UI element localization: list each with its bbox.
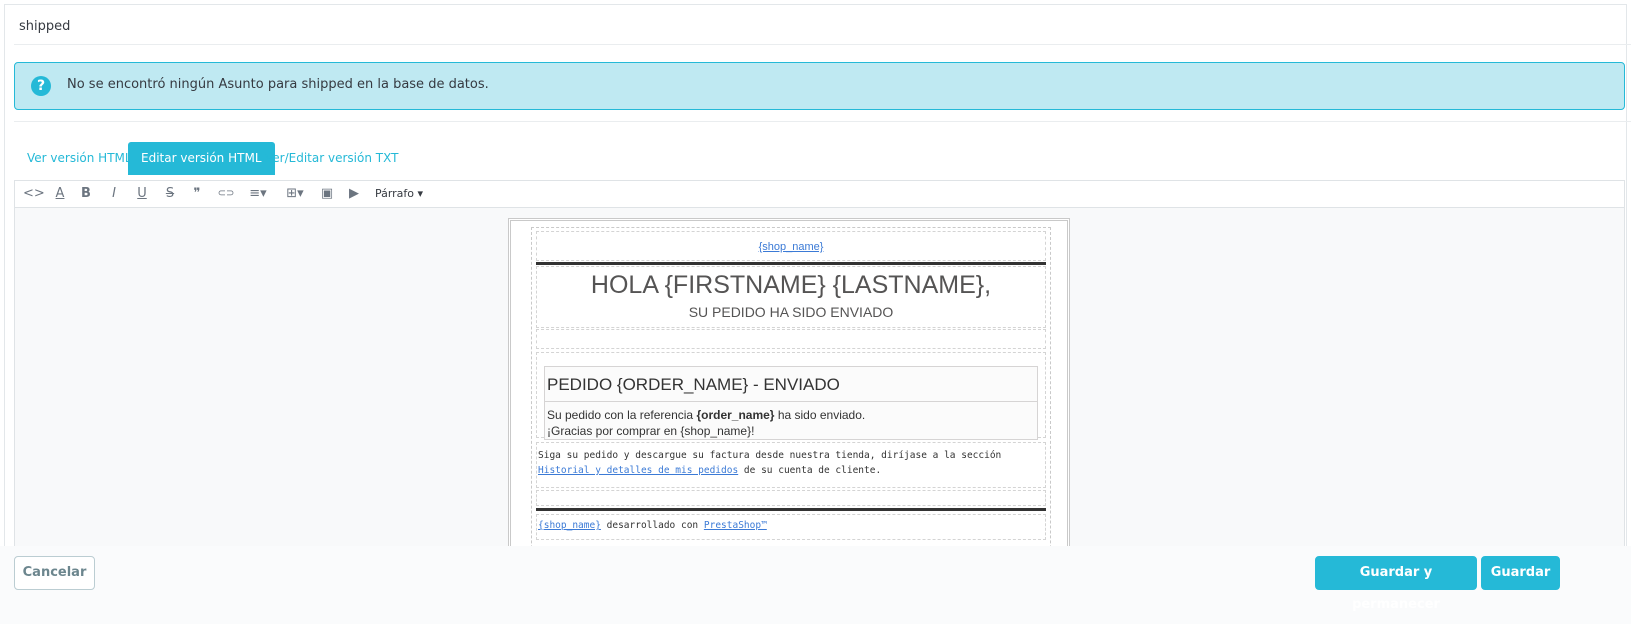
divider bbox=[14, 44, 1631, 45]
question-circle-icon: ? bbox=[31, 76, 51, 96]
video-icon[interactable]: ▶ bbox=[346, 185, 362, 203]
blockquote-icon[interactable]: ❞ bbox=[189, 185, 205, 203]
logo-cell: {shop_name} bbox=[536, 231, 1046, 261]
paragraph-format-dropdown[interactable]: Párrafo ▾ bbox=[373, 185, 425, 203]
save-button[interactable]: Guardar bbox=[1481, 556, 1560, 590]
underline-icon[interactable]: U bbox=[134, 185, 150, 203]
spacer-cell bbox=[536, 490, 1046, 506]
shop-logo-link[interactable]: {shop_name} bbox=[537, 241, 1045, 253]
image-icon[interactable]: ▣ bbox=[319, 185, 335, 203]
prestashop-link[interactable]: PrestaShop™ bbox=[704, 520, 767, 531]
text-color-icon[interactable]: A bbox=[51, 185, 69, 203]
follow-text: Siga su pedido y descargue su factura de… bbox=[538, 450, 1002, 476]
order-title: PEDIDO {ORDER_NAME} - ENVIADO bbox=[547, 375, 840, 394]
alert-message: No se encontró ningún Asunto para shippe… bbox=[67, 77, 489, 92]
greeting-subtitle: SU PEDIDO HA SIDO ENVIADO bbox=[688, 304, 894, 320]
thanks-message: ¡Gracias por comprar en {shop_name}! bbox=[547, 424, 755, 438]
html-editor: <> A B I U S ❞ ⊂⊃ ≡▾ ⊞▾ ▣ ▶ Párrafo ▾ {s… bbox=[14, 180, 1625, 564]
tab-edit-txt[interactable]: Ver/Editar versión TXT bbox=[252, 142, 411, 175]
tab-view-html[interactable]: Ver versión HTML bbox=[14, 142, 145, 175]
strikethrough-icon[interactable]: S bbox=[162, 185, 178, 203]
align-icon[interactable]: ≡▾ bbox=[244, 185, 272, 203]
order-divider bbox=[545, 401, 1037, 402]
table-icon[interactable]: ⊞▾ bbox=[281, 185, 309, 203]
email-preview: {shop_name} HOLA {FIRSTNAME} {LASTNAME},… bbox=[508, 218, 1070, 563]
link-icon[interactable]: ⊂⊃ bbox=[215, 185, 237, 203]
order-history-link[interactable]: Historial y detalles de mis pedidos bbox=[538, 465, 738, 476]
editor-toolbar: <> A B I U S ❞ ⊂⊃ ≡▾ ⊞▾ ▣ ▶ Párrafo ▾ bbox=[15, 181, 1624, 208]
divider bbox=[14, 121, 1631, 122]
info-alert: ? No se encontró ningún Asunto para ship… bbox=[14, 62, 1625, 110]
template-name: shipped bbox=[19, 19, 71, 34]
code-view-icon[interactable]: <> bbox=[23, 185, 45, 203]
bold-icon[interactable]: B bbox=[78, 185, 94, 203]
italic-icon[interactable]: I bbox=[106, 185, 122, 203]
footer-rule bbox=[536, 508, 1046, 511]
order-message: Su pedido con la referencia {order_name}… bbox=[547, 408, 866, 422]
email-body-table: {shop_name} HOLA {FIRSTNAME} {LASTNAME},… bbox=[531, 227, 1051, 563]
greeting-heading: HOLA {FIRSTNAME} {LASTNAME}, bbox=[590, 271, 992, 299]
footer-text: {shop_name} desarrollado con PrestaShop™ bbox=[538, 520, 767, 531]
spacer-cell bbox=[536, 329, 1046, 349]
footer-shop-link[interactable]: {shop_name} bbox=[538, 520, 601, 531]
order-box: PEDIDO {ORDER_NAME} - ENVIADO Su pedido … bbox=[544, 366, 1038, 440]
save-and-stay-button[interactable]: Guardar y permanecer bbox=[1315, 556, 1477, 612]
editor-canvas[interactable]: {shop_name} HOLA {FIRSTNAME} {LASTNAME},… bbox=[15, 208, 1624, 563]
header-rule bbox=[536, 262, 1046, 265]
cancel-button[interactable]: Cancelar bbox=[14, 556, 95, 590]
